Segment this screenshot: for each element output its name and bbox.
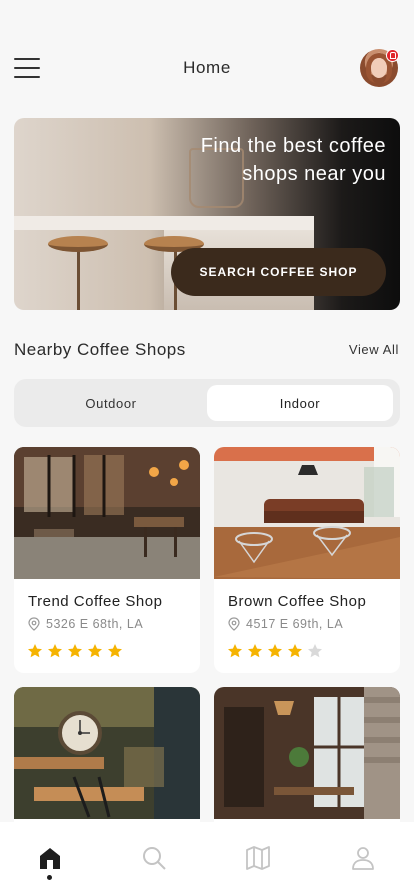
location-pin-icon	[228, 617, 240, 631]
shop-name: Trend Coffee Shop	[28, 593, 163, 610]
home-icon[interactable]	[36, 844, 64, 872]
star-icon	[48, 644, 62, 658]
counter-decoration	[14, 216, 314, 230]
app-header: Home	[0, 0, 414, 110]
map-icon[interactable]	[244, 844, 272, 872]
filter-outdoor[interactable]: Outdoor	[18, 385, 204, 421]
star-icon	[288, 644, 302, 658]
page-title: Home	[183, 58, 231, 77]
active-tab-indicator	[47, 875, 52, 880]
bottom-tab-bar	[0, 822, 414, 896]
star-icon	[228, 644, 242, 658]
filter-indoor[interactable]: Indoor	[207, 385, 393, 421]
shop-address: 4517 E 69th, LA	[246, 617, 344, 631]
star-icon	[248, 644, 262, 658]
rating-stars	[227, 643, 327, 659]
shop-photo	[14, 447, 200, 579]
shop-name: Brown Coffee Shop	[228, 593, 367, 610]
star-icon	[88, 644, 102, 658]
shop-photo	[214, 687, 400, 819]
stool-decoration	[48, 236, 108, 252]
shop-photo	[14, 687, 200, 819]
shop-card[interactable]: Trend Coffee Shop 5326 E 68th, LA	[14, 447, 200, 673]
star-icon	[108, 644, 122, 658]
star-icon	[68, 644, 82, 658]
profile-icon[interactable]	[349, 844, 377, 872]
shop-address: 5326 E 68th, LA	[46, 617, 144, 631]
location-pin-icon	[28, 617, 40, 631]
hero-banner: Find the best coffee shops near you SEAR…	[14, 118, 400, 310]
search-coffee-shop-button[interactable]: SEARCH COFFEE SHOP	[171, 248, 386, 296]
hero-headline: Find the best coffee shops near you	[200, 135, 386, 185]
shop-card[interactable]: Brown Coffee Shop 4517 E 69th, LA	[214, 447, 400, 673]
view-all-link[interactable]: View All	[349, 342, 399, 357]
shop-photo	[214, 447, 400, 579]
indoor-outdoor-toggle: Outdoor Indoor	[14, 379, 400, 427]
rating-stars	[27, 643, 127, 659]
star-icon	[308, 644, 322, 658]
star-icon	[268, 644, 282, 658]
star-icon	[28, 644, 42, 658]
nearby-section-title: Nearby Coffee Shops	[14, 340, 186, 359]
lock-badge-icon	[386, 49, 399, 62]
search-icon[interactable]	[140, 844, 168, 872]
